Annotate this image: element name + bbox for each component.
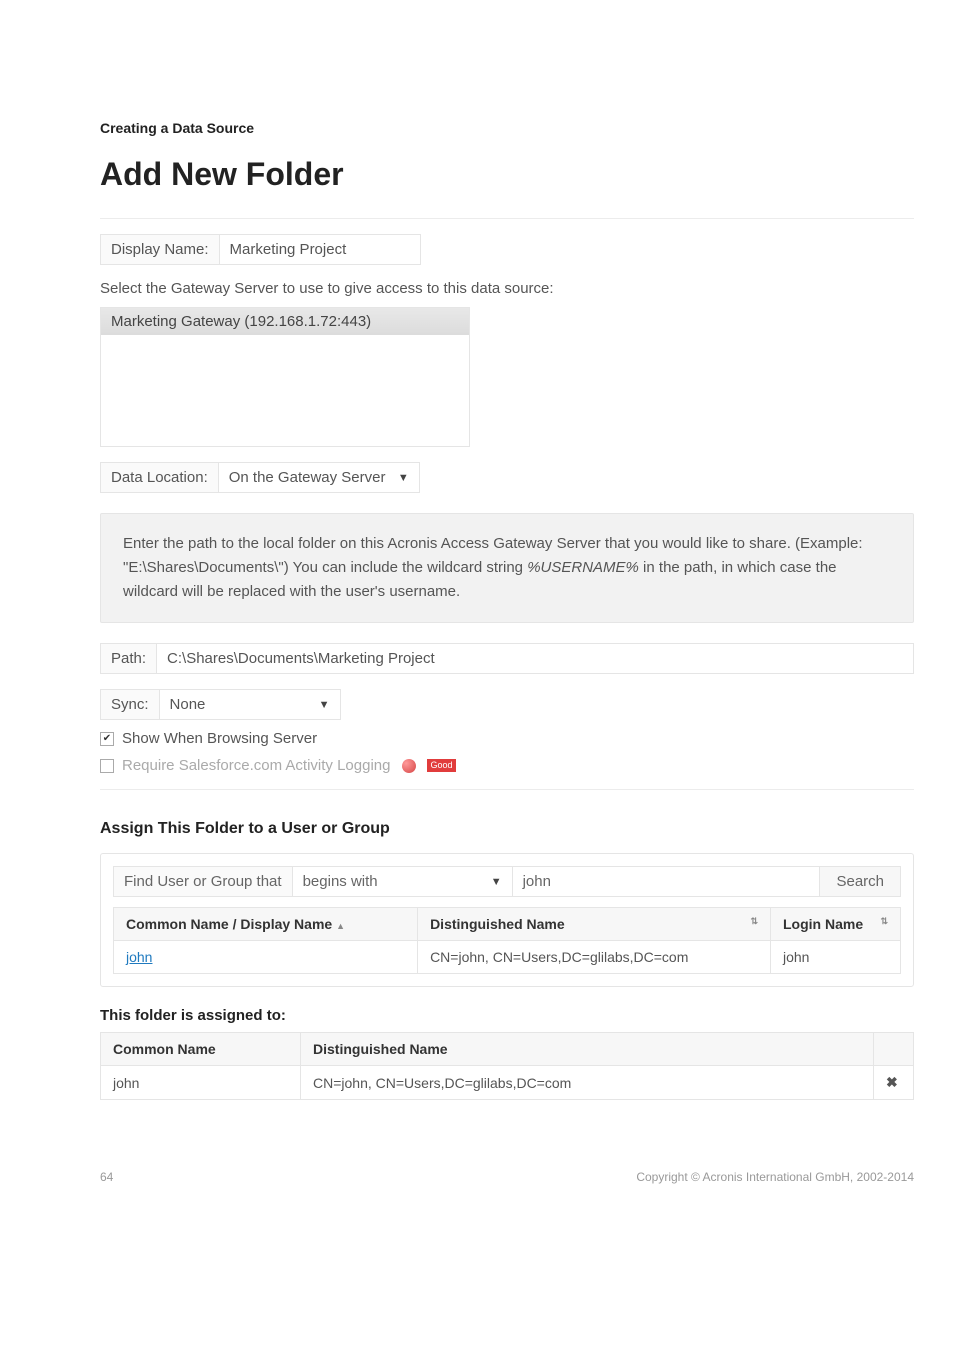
assigned-to-heading: This folder is assigned to:: [100, 1007, 914, 1024]
col-login-label: Login Name: [783, 916, 863, 932]
path-input[interactable]: C:\Shares\Documents\Marketing Project: [157, 644, 913, 673]
col-distinguished-name[interactable]: Distinguished Name ⇅: [418, 908, 771, 941]
gateway-server-item[interactable]: Marketing Gateway (192.168.1.72:443): [101, 308, 469, 335]
col-distinguished-name[interactable]: Distinguished Name: [301, 1033, 874, 1066]
assigned-to-table: Common Name Distinguished Name john CN=j…: [100, 1032, 914, 1100]
sort-icon: ⇅: [750, 916, 758, 927]
col-common-name[interactable]: Common Name / Display Name ▲: [114, 908, 418, 941]
result-common-name-link[interactable]: john: [126, 949, 152, 965]
search-mode-value: begins with: [303, 873, 378, 890]
assigned-common-name: john: [101, 1066, 301, 1100]
search-label: Find User or Group that: [114, 867, 293, 896]
sort-asc-icon: ▲: [336, 921, 345, 931]
assigned-dn: CN=john, CN=Users,DC=glilabs,DC=com: [301, 1066, 874, 1100]
col-common-name[interactable]: Common Name: [101, 1033, 301, 1066]
data-location-select[interactable]: Data Location: On the Gateway Server ▼: [100, 462, 420, 493]
sync-select[interactable]: Sync: None ▼: [100, 689, 341, 720]
chevron-down-icon: ▼: [319, 699, 330, 711]
search-input[interactable]: john: [513, 867, 821, 896]
table-row: john CN=john, CN=Users,DC=glilabs,DC=com…: [101, 1066, 914, 1100]
section-label: Creating a Data Source: [100, 120, 914, 136]
checkbox-icon[interactable]: [100, 759, 114, 773]
display-name-input[interactable]: Marketing Project: [220, 235, 420, 264]
sync-label: Sync:: [101, 690, 160, 719]
result-login: john: [771, 941, 901, 974]
data-location-value: On the Gateway Server: [229, 469, 386, 486]
data-location-label: Data Location:: [101, 463, 219, 492]
display-name-field: Display Name: Marketing Project: [100, 234, 421, 265]
assign-heading: Assign This Folder to a User or Group: [100, 820, 914, 838]
search-panel: Find User or Group that begins with ▼ jo…: [100, 853, 914, 987]
page-title: Add New Folder: [100, 156, 914, 193]
search-button[interactable]: Search: [820, 867, 900, 896]
checkbox-icon[interactable]: [100, 732, 114, 746]
chevron-down-icon: ▼: [398, 472, 409, 484]
gateway-server-listbox[interactable]: Marketing Gateway (192.168.1.72:443): [100, 307, 470, 447]
salesforce-icon: [402, 759, 416, 773]
gateway-instruction: Select the Gateway Server to use to give…: [100, 280, 914, 297]
chevron-down-icon: ▼: [491, 876, 502, 888]
table-row[interactable]: john CN=john, CN=Users,DC=glilabs,DC=com…: [114, 941, 901, 974]
divider: [100, 218, 914, 219]
copyright-text: Copyright © Acronis International GmbH, …: [636, 1170, 914, 1184]
remove-assignment-button[interactable]: ✖: [874, 1066, 914, 1100]
path-info-box: Enter the path to the local folder on th…: [100, 513, 914, 623]
good-badge-icon: Good: [427, 759, 455, 772]
page-footer: 64 Copyright © Acronis International Gmb…: [100, 1170, 914, 1184]
show-when-browsing-label: Show When Browsing Server: [122, 730, 317, 747]
path-label: Path:: [101, 644, 157, 673]
display-name-label: Display Name:: [101, 235, 220, 264]
result-dn: CN=john, CN=Users,DC=glilabs,DC=com: [418, 941, 771, 974]
col-login-name[interactable]: Login Name ⇅: [771, 908, 901, 941]
col-common-name-label: Common Name / Display Name: [126, 916, 332, 932]
path-field: Path: C:\Shares\Documents\Marketing Proj…: [100, 643, 914, 674]
col-dn-label: Distinguished Name: [430, 916, 565, 932]
require-salesforce-checkbox[interactable]: Require Salesforce.com Activity Logging …: [100, 757, 914, 774]
col-actions: [874, 1033, 914, 1066]
show-when-browsing-checkbox[interactable]: Show When Browsing Server: [100, 730, 914, 747]
sync-value: None: [170, 696, 206, 713]
page-number: 64: [100, 1170, 113, 1184]
divider: [100, 789, 914, 790]
search-results-table: Common Name / Display Name ▲ Distinguishe…: [113, 907, 901, 974]
info-wildcard: %USERNAME%: [527, 559, 639, 576]
search-row: Find User or Group that begins with ▼ jo…: [113, 866, 901, 897]
require-salesforce-label: Require Salesforce.com Activity Logging: [122, 757, 390, 774]
sort-icon: ⇅: [880, 916, 888, 927]
search-mode-select[interactable]: begins with ▼: [293, 867, 513, 896]
